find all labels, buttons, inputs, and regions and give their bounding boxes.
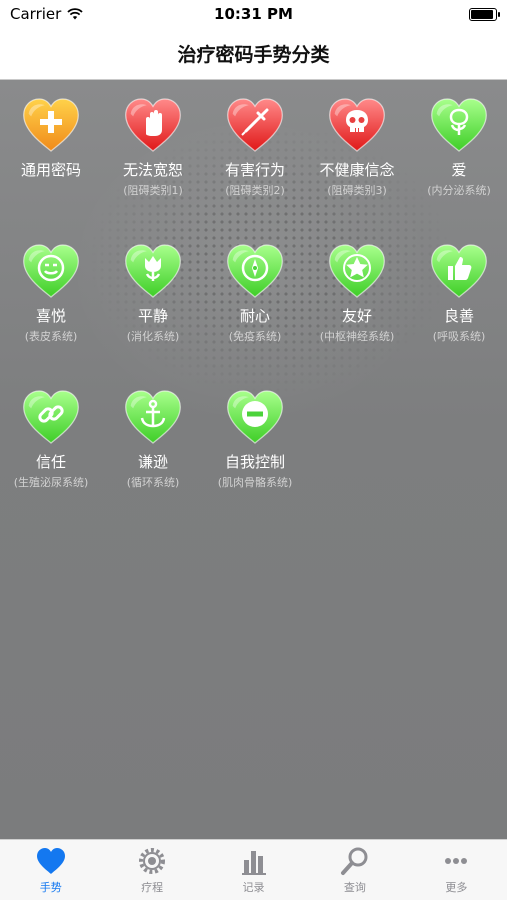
category-label: 友好 [341,307,372,325]
category-label: 喜悦 [35,307,66,325]
skull-icon [346,110,368,132]
bar-chart-icon [241,850,266,875]
category-label: 信任 [35,453,66,471]
category-label: 爱 [451,161,467,179]
page-title: 治疗密码手势分类 [177,44,330,66]
category-subtitle: (免疫系统) [228,330,282,343]
category-subtitle: (表皮系统) [24,330,78,343]
category-subtitle: (阻碍类别1) [123,184,183,197]
category-subtitle: (中枢神经系统) [319,330,395,343]
heart-button[interactable] [326,240,388,302]
heart-button[interactable] [122,94,184,156]
plus-icon [40,111,62,133]
category-item[interactable]: 通用密码 [0,80,102,220]
syringe-icon [241,108,269,136]
star-icon [343,254,371,282]
heart-button[interactable] [224,386,286,448]
category-item[interactable]: 爱 (内分泌系统) [408,80,507,220]
category-item[interactable]: 良善 (呼吸系统) [408,226,507,366]
category-item[interactable]: 平静 (消化系统) [102,226,204,366]
gear-icon [139,847,166,874]
wifi-icon [67,8,83,20]
category-label: 耐心 [239,307,270,325]
category-subtitle: (内分泌系统) [427,184,491,197]
heart-button[interactable] [428,240,490,302]
tab-label: 更多 [445,880,468,894]
rose-icon [449,108,469,135]
heart-button[interactable] [20,386,82,448]
category-item[interactable]: 有害行为 (阻碍类别2) [204,80,306,220]
category-label: 平静 [137,307,168,325]
thumbs-up-icon [448,257,472,280]
category-item[interactable]: 自我控制 (肌肉骨骼系统) [204,372,306,512]
minus-circle-icon [242,401,268,427]
category-subtitle: (循环系统) [126,476,180,489]
category-item[interactable]: 喜悦 (表皮系统) [0,226,102,366]
category-item[interactable]: 不健康信念 (阻碍类别3) [306,80,408,220]
category-grid-area: 通用密码 无法宽恕 (阻碍类别1) 有害行为 (阻碍类别2) 不健康信念 (阻碍类别3) 爱 (… [0,80,507,840]
heart-button[interactable] [326,94,388,156]
tab-label: 疗程 [141,880,164,894]
ellipsis-icon [445,857,468,864]
category-item[interactable]: 谦逊 (循环系统) [102,372,204,512]
category-label: 有害行为 [224,161,285,179]
category-label: 自我控制 [224,453,285,471]
status-bar: Carrier 10:31 PM [0,0,507,28]
category-item[interactable]: 信任 (生殖泌尿系统) [0,372,102,512]
tab-item[interactable]: 查询 [304,840,405,900]
tab-label: 查询 [343,880,366,894]
tab-label: 记录 [242,880,265,894]
category-subtitle: (呼吸系统) [432,330,486,343]
category-subtitle: (阻碍类别2) [225,184,285,197]
tab-bar: 手势 疗程 记录 查询 更多 [0,839,507,900]
heart-button[interactable] [224,240,286,302]
category-item[interactable]: 耐心 (免疫系统) [204,226,306,366]
heart-button[interactable] [122,386,184,448]
carrier-label: Carrier [10,5,62,23]
heart-icon [36,847,65,874]
magnifier-icon [340,847,368,875]
category-label: 通用密码 [20,161,81,179]
navigation-bar: 治疗密码手势分类 [0,28,507,80]
heart-button[interactable] [122,240,184,302]
category-subtitle: (肌肉骨骼系统) [217,476,293,489]
heart-button[interactable] [428,94,490,156]
category-label: 良善 [443,307,474,325]
category-subtitle: (阻碍类别3) [327,184,387,197]
heart-button[interactable] [20,94,82,156]
category-subtitle: (消化系统) [126,330,180,343]
anchor-icon [140,399,166,428]
category-label: 谦逊 [137,453,168,471]
tab-item[interactable]: 手势 [0,840,101,900]
hand-icon [146,110,162,136]
category-item[interactable]: 无法宽恕 (阻碍类别1) [102,80,204,220]
tulip-icon [145,256,161,281]
tab-item[interactable]: 更多 [406,840,507,900]
category-label: 无法宽恕 [122,161,183,179]
compass-icon [241,254,269,282]
tab-item[interactable]: 疗程 [101,840,202,900]
category-label: 不健康信念 [319,161,395,179]
category-subtitle: (生殖泌尿系统) [13,476,89,489]
chain-link-icon [38,405,64,423]
carrier-info: Carrier [10,5,83,23]
battery-icon [469,7,500,21]
tab-item[interactable]: 记录 [203,840,304,900]
tab-label: 手势 [39,880,62,894]
category-item[interactable]: 友好 (中枢神经系统) [306,226,408,366]
heart-button[interactable] [20,240,82,302]
smiley-icon [37,254,65,282]
heart-button[interactable] [224,94,286,156]
